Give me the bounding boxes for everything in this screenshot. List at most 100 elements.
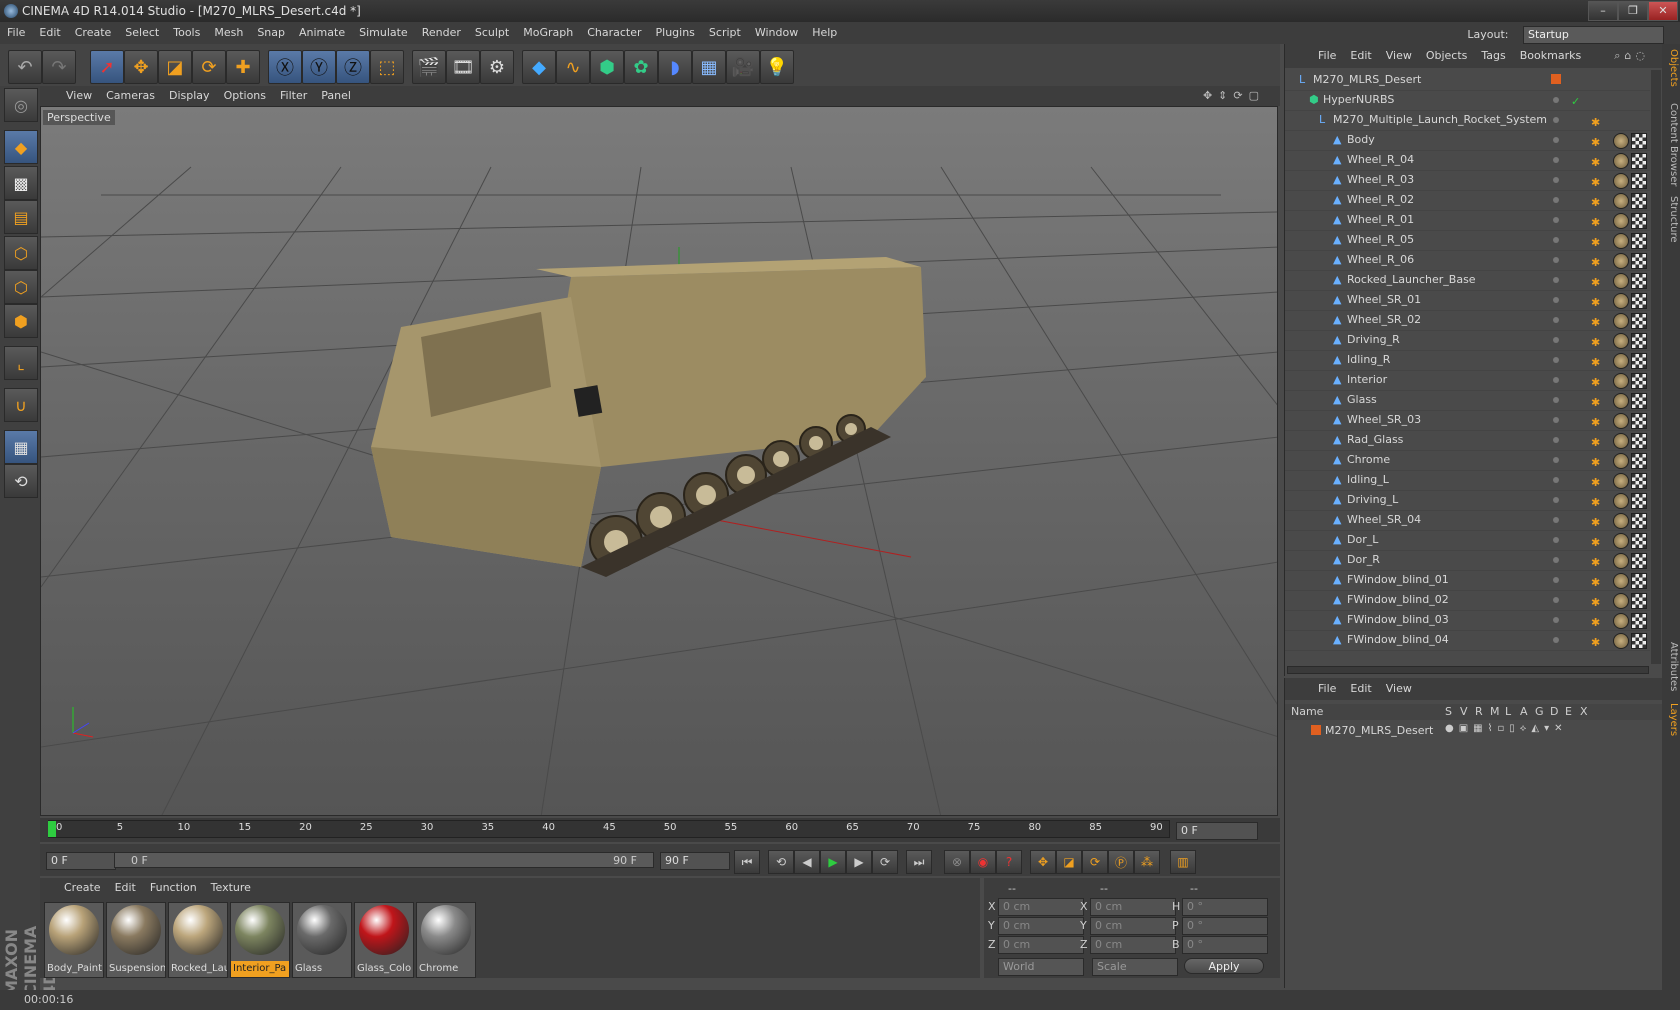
material-tag-icon[interactable] xyxy=(1613,193,1629,209)
z-axis-icon[interactable]: Ⓩ xyxy=(336,50,370,84)
close-button[interactable]: ✕ xyxy=(1648,1,1678,21)
material-tag-icon[interactable] xyxy=(1613,553,1629,569)
frame-range-slider[interactable]: 0 F 90 F xyxy=(114,852,654,868)
material-swatch[interactable]: Body_Paint xyxy=(44,902,104,978)
uvw-tag-icon[interactable] xyxy=(1631,353,1647,369)
camera-icon[interactable]: 🎥 xyxy=(726,50,760,84)
uvw-tag-icon[interactable] xyxy=(1631,293,1647,309)
material-tag-icon[interactable] xyxy=(1613,533,1629,549)
viewport-menu-cameras[interactable]: Cameras xyxy=(99,86,162,106)
points-mode-icon[interactable]: ⬡ xyxy=(4,236,38,270)
visibility-dot-icon[interactable] xyxy=(1553,537,1559,543)
render-view-icon[interactable]: 🎬 xyxy=(412,50,446,84)
tab-layers[interactable]: Layers xyxy=(1663,700,1679,740)
material-menu-create[interactable]: Create xyxy=(40,878,108,898)
material-swatch[interactable]: Interior_Pa xyxy=(230,902,290,978)
object-row[interactable]: ▲ Rad_Glass ✱ xyxy=(1285,430,1650,451)
material-menu-texture[interactable]: Texture xyxy=(204,878,258,898)
last-tool-icon[interactable]: ✚ xyxy=(226,50,260,84)
redo-icon[interactable]: ↷ xyxy=(42,50,76,84)
timeline-window-icon[interactable]: ▥ xyxy=(1170,850,1196,874)
texture-mode-icon[interactable]: ▩ xyxy=(4,166,38,200)
obj-menu-view[interactable]: View xyxy=(1379,44,1419,68)
coord-value-field[interactable]: 0 cm xyxy=(998,936,1084,954)
visibility-dot-icon[interactable] xyxy=(1553,97,1559,103)
material-tag-icon[interactable] xyxy=(1613,133,1629,149)
floor-icon[interactable]: ▦ xyxy=(692,50,726,84)
object-row[interactable]: ▲ Wheel_SR_03 ✱ xyxy=(1285,410,1650,431)
uvw-tag-icon[interactable] xyxy=(1631,513,1647,529)
visibility-dot-icon[interactable] xyxy=(1553,457,1559,463)
current-frame-field[interactable]: 0 F xyxy=(1176,822,1258,840)
object-row[interactable]: ▲ Wheel_R_06 ✱ xyxy=(1285,250,1650,271)
uvw-tag-icon[interactable] xyxy=(1631,333,1647,349)
material-tag-icon[interactable] xyxy=(1613,373,1629,389)
material-swatch[interactable]: Glass xyxy=(292,902,352,978)
uvw-tag-icon[interactable] xyxy=(1631,593,1647,609)
object-row[interactable]: ▲ FWindow_blind_02 ✱ xyxy=(1285,590,1650,611)
object-row-group[interactable]: L M270_Multiple_Launch_Rocket_System ✱ xyxy=(1285,110,1650,131)
workplane-icon[interactable]: ▤ xyxy=(4,200,38,234)
live-selection-icon[interactable]: ➚ xyxy=(90,50,124,84)
autokey-icon[interactable]: ◉ xyxy=(970,850,996,874)
visibility-dot-icon[interactable] xyxy=(1553,317,1559,323)
material-tag-icon[interactable] xyxy=(1613,613,1629,629)
uvw-tag-icon[interactable] xyxy=(1631,133,1647,149)
perspective-viewport[interactable]: Perspective xyxy=(40,106,1278,816)
visibility-dot-icon[interactable] xyxy=(1553,417,1559,423)
obj-menu-bookmarks[interactable]: Bookmarks xyxy=(1513,44,1588,68)
uvw-tag-icon[interactable] xyxy=(1631,413,1647,429)
nurbs-icon[interactable]: ⬢ xyxy=(590,50,624,84)
material-swatch[interactable]: Glass_Colo xyxy=(354,902,414,978)
move-icon[interactable]: ✥ xyxy=(124,50,158,84)
next-frame-icon[interactable]: ▶ xyxy=(846,850,872,874)
render-picture-viewer-icon[interactable]: 🎞 xyxy=(446,50,480,84)
menu-animate[interactable]: Animate xyxy=(292,22,352,44)
array-icon[interactable]: ✿ xyxy=(624,50,658,84)
uvw-tag-icon[interactable] xyxy=(1631,173,1647,189)
obj-menu-objects[interactable]: Objects xyxy=(1419,44,1475,68)
coord-value-field[interactable]: 0 ° xyxy=(1182,917,1268,935)
material-tag-icon[interactable] xyxy=(1613,313,1629,329)
deformer-icon[interactable]: ◗ xyxy=(658,50,692,84)
uvw-tag-icon[interactable] xyxy=(1631,273,1647,289)
visibility-dot-icon[interactable] xyxy=(1553,357,1559,363)
material-swatch[interactable]: Suspension xyxy=(106,902,166,978)
menu-help[interactable]: Help xyxy=(805,22,844,44)
make-editable-icon[interactable]: ◎ xyxy=(4,88,38,122)
locked-workplane-icon[interactable]: ⟲ xyxy=(4,464,38,498)
object-horizontal-scrollbar[interactable] xyxy=(1287,666,1649,674)
visibility-dot-icon[interactable] xyxy=(1553,157,1559,163)
y-axis-icon[interactable]: Ⓨ xyxy=(302,50,336,84)
material-swatch[interactable]: Chrome xyxy=(416,902,476,978)
object-row[interactable]: ▲ Interior ✱ xyxy=(1285,370,1650,391)
object-row[interactable]: ▲ Driving_L ✱ xyxy=(1285,490,1650,511)
object-row[interactable]: ▲ FWindow_blind_04 ✱ xyxy=(1285,630,1650,651)
material-tag-icon[interactable] xyxy=(1613,173,1629,189)
polygons-mode-icon[interactable]: ⬢ xyxy=(4,304,38,338)
uvw-tag-icon[interactable] xyxy=(1631,533,1647,549)
maximize-button[interactable]: ❐ xyxy=(1618,1,1648,21)
material-menu-function[interactable]: Function xyxy=(143,878,204,898)
record-rotation-icon[interactable]: ⟳ xyxy=(1082,850,1108,874)
coord-value-field[interactable]: 0 ° xyxy=(1182,898,1268,916)
object-row[interactable]: ▲ Body ✱ xyxy=(1285,130,1650,151)
object-row[interactable]: ▲ Dor_L ✱ xyxy=(1285,530,1650,551)
visibility-dot-icon[interactable] xyxy=(1553,257,1559,263)
menu-create[interactable]: Create xyxy=(68,22,119,44)
viewport-menu-display[interactable]: Display xyxy=(162,86,217,106)
layer-flag-icons[interactable]: ●▣▦⌇▫▯⟡◭▾✕ xyxy=(1445,723,1567,734)
tab-structure[interactable]: Structure xyxy=(1663,194,1679,244)
light-icon[interactable]: 💡 xyxy=(760,50,794,84)
object-row-root[interactable]: L M270_MLRS_Desert xyxy=(1285,70,1650,91)
material-tag-icon[interactable] xyxy=(1613,353,1629,369)
timeline-ruler[interactable]: 0 5 10 15 20 25 30 35 40 45 50 55 60 65 70 75 80 85 90 0 F xyxy=(40,818,1280,842)
menu-sculpt[interactable]: Sculpt xyxy=(468,22,516,44)
layer-menu-view[interactable]: View xyxy=(1379,678,1419,700)
uvw-tag-icon[interactable] xyxy=(1631,193,1647,209)
layer-menu-file[interactable]: File xyxy=(1311,678,1343,700)
material-menu-edit[interactable]: Edit xyxy=(108,878,143,898)
viewport-nav-icons[interactable]: ✥⇕⟳▢ xyxy=(1196,86,1272,106)
enabled-check-icon[interactable]: ✓ xyxy=(1571,92,1580,112)
object-row[interactable]: ▲ FWindow_blind_03 ✱ xyxy=(1285,610,1650,631)
